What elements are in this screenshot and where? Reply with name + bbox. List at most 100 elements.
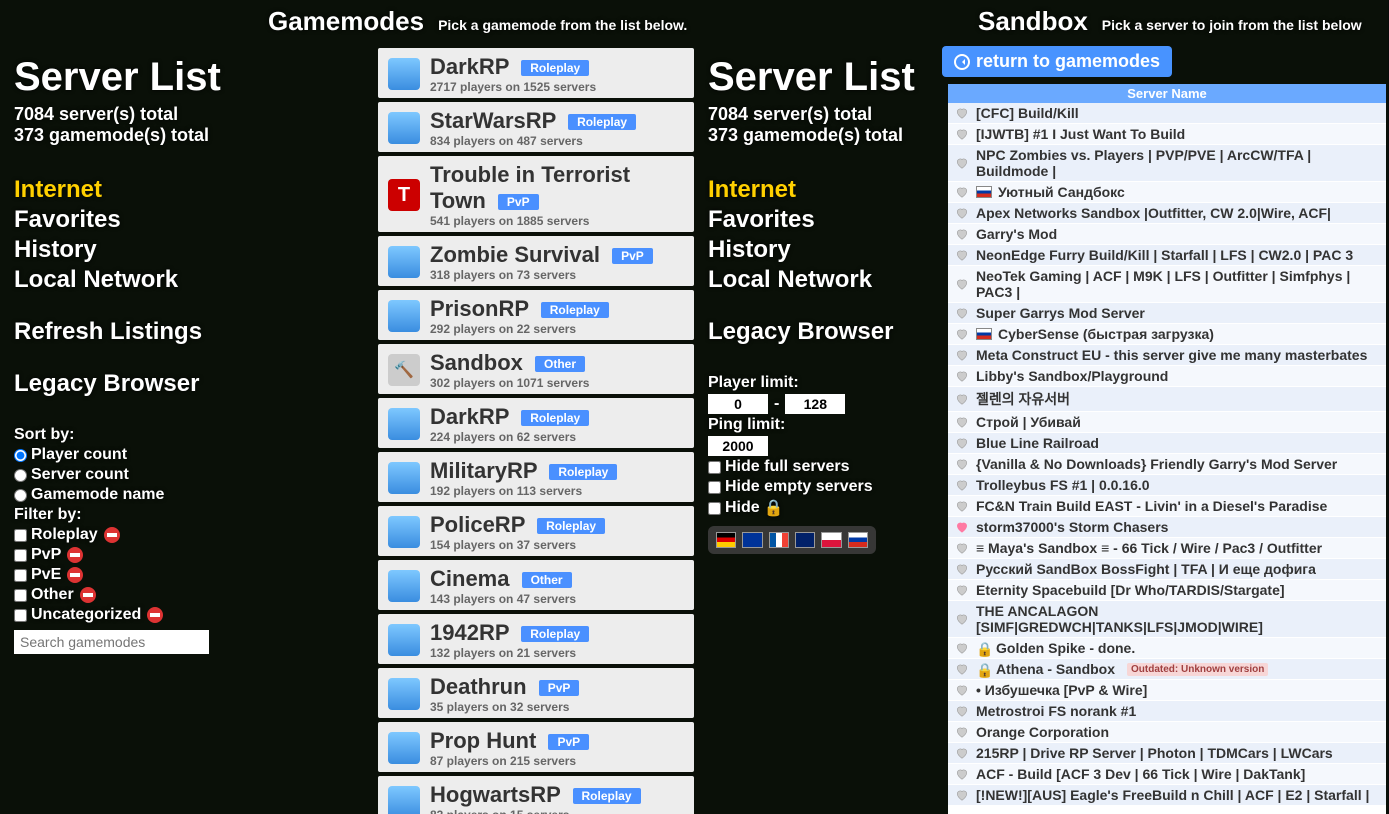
- heart-icon[interactable]: [954, 106, 970, 120]
- heart-icon[interactable]: [954, 457, 970, 471]
- radio[interactable]: [14, 469, 27, 482]
- heart-icon[interactable]: [954, 369, 970, 383]
- server-row[interactable]: Уютный Сандбокс: [948, 182, 1386, 203]
- checkbox[interactable]: [14, 569, 27, 582]
- gamemode-row[interactable]: DarkRP Roleplay224 players on 62 servers: [378, 398, 694, 448]
- server-row[interactable]: Meta Construct EU - this server give me …: [948, 345, 1386, 366]
- tab-local[interactable]: Local Network: [708, 266, 948, 294]
- server-row[interactable]: Trolleybus FS #1 | 0.0.16.0: [948, 475, 1386, 496]
- server-row[interactable]: 🔒Golden Spike - done.: [948, 638, 1386, 659]
- gamemode-row[interactable]: DarkRP Roleplay2717 players on 1525 serv…: [378, 48, 694, 98]
- heart-icon[interactable]: [954, 248, 970, 262]
- filter-other[interactable]: Other: [14, 586, 254, 604]
- heart-icon[interactable]: [954, 327, 970, 341]
- server-row[interactable]: storm37000's Storm Chasers: [948, 517, 1386, 538]
- heart-icon[interactable]: [954, 227, 970, 241]
- checkbox[interactable]: [14, 609, 27, 622]
- server-row[interactable]: Garry's Mod: [948, 224, 1386, 245]
- sort-server[interactable]: Server count: [14, 466, 254, 484]
- gamemode-row[interactable]: Deathrun PvP35 players on 32 servers: [378, 668, 694, 718]
- tab-internet[interactable]: Internet: [708, 176, 948, 204]
- server-row[interactable]: Apex Networks Sandbox |Outfitter, CW 2.0…: [948, 203, 1386, 224]
- flag-de-icon[interactable]: [716, 532, 736, 548]
- heart-icon[interactable]: [954, 520, 970, 534]
- heart-icon[interactable]: [954, 392, 970, 406]
- gamemode-row[interactable]: StarWarsRP Roleplay834 players on 487 se…: [378, 102, 694, 152]
- hide-locked[interactable]: Hide🔒: [708, 498, 948, 518]
- server-row[interactable]: [!NEW!][AUS] Eagle's FreeBuild n Chill |…: [948, 785, 1386, 806]
- heart-icon[interactable]: [954, 478, 970, 492]
- gamemode-row[interactable]: PoliceRP Roleplay154 players on 37 serve…: [378, 506, 694, 556]
- flag-uk-icon[interactable]: [795, 532, 815, 548]
- checkbox[interactable]: [708, 461, 721, 474]
- server-row[interactable]: THE ANCALAGON [SIMF|GREDWCH|TANKS|LFS|JM…: [948, 601, 1386, 638]
- server-row[interactable]: CyberSense (быстрая загрузка): [948, 324, 1386, 345]
- server-row[interactable]: Orange Corporation: [948, 722, 1386, 743]
- radio[interactable]: [14, 489, 27, 502]
- server-row[interactable]: Metrostroi FS norank #1: [948, 701, 1386, 722]
- heart-icon[interactable]: [954, 683, 970, 697]
- col-server-name[interactable]: Server Name: [948, 84, 1386, 103]
- server-row[interactable]: Русский SandBox BossFight | TFA | И еще …: [948, 559, 1386, 580]
- gamemode-list[interactable]: DarkRP Roleplay2717 players on 1525 serv…: [378, 48, 694, 814]
- gamemode-row[interactable]: PrisonRP Roleplay292 players on 22 serve…: [378, 290, 694, 340]
- checkbox[interactable]: [14, 589, 27, 602]
- server-row[interactable]: {Vanilla & No Downloads} Friendly Garry'…: [948, 454, 1386, 475]
- server-list[interactable]: [CFC] Build/Kill[IJWTB] #1 I Just Want T…: [948, 103, 1386, 806]
- tab-history[interactable]: History: [14, 236, 254, 264]
- server-row[interactable]: 🔒Athena - SandboxOutdated: Unknown versi…: [948, 659, 1386, 680]
- checkbox[interactable]: [14, 529, 27, 542]
- search-input[interactable]: [14, 630, 209, 654]
- heart-icon[interactable]: [954, 767, 970, 781]
- server-row[interactable]: [IJWTB] #1 I Just Want To Build: [948, 124, 1386, 145]
- hide-full[interactable]: Hide full servers: [708, 458, 948, 476]
- filter-pve[interactable]: PvE: [14, 566, 254, 584]
- heart-icon[interactable]: [954, 788, 970, 802]
- server-row[interactable]: • Избушечка [PvP & Wire]: [948, 680, 1386, 701]
- heart-icon[interactable]: [954, 415, 970, 429]
- heart-icon[interactable]: [954, 436, 970, 450]
- filter-pvp[interactable]: PvP: [14, 546, 254, 564]
- legacy-browser[interactable]: Legacy Browser: [14, 370, 254, 398]
- heart-icon[interactable]: [954, 306, 970, 320]
- heart-icon[interactable]: [954, 541, 970, 555]
- sort-name[interactable]: Gamemode name: [14, 486, 254, 504]
- checkbox[interactable]: [708, 481, 721, 494]
- return-button[interactable]: return to gamemodes: [942, 46, 1172, 77]
- heart-icon[interactable]: [954, 583, 970, 597]
- heart-icon[interactable]: [954, 499, 970, 513]
- flag-ru-icon[interactable]: [848, 532, 868, 548]
- legacy-browser[interactable]: Legacy Browser: [708, 318, 948, 346]
- radio[interactable]: [14, 449, 27, 462]
- server-row[interactable]: 젤렌의 자유서버: [948, 387, 1386, 412]
- filter-uncat[interactable]: Uncategorized: [14, 606, 254, 624]
- filter-roleplay[interactable]: Roleplay: [14, 526, 254, 544]
- sort-player[interactable]: Player count: [14, 446, 254, 464]
- tab-local[interactable]: Local Network: [14, 266, 254, 294]
- gamemode-row[interactable]: HogwartsRP Roleplay83 players on 15 serv…: [378, 776, 694, 814]
- tab-internet[interactable]: Internet: [14, 176, 254, 204]
- tab-history[interactable]: History: [708, 236, 948, 264]
- flag-fr-icon[interactable]: [769, 532, 789, 548]
- player-max-input[interactable]: [785, 394, 845, 414]
- server-row[interactable]: Eternity Spacebuild [Dr Who/TARDIS/Starg…: [948, 580, 1386, 601]
- heart-icon[interactable]: [954, 641, 970, 655]
- server-row[interactable]: FC&N Train Build EAST - Livin' in a Dies…: [948, 496, 1386, 517]
- gamemode-row[interactable]: TTrouble in Terrorist Town PvP541 player…: [378, 156, 694, 232]
- heart-icon[interactable]: [954, 277, 970, 291]
- server-row[interactable]: ACF - Build [ACF 3 Dev | 66 Tick | Wire …: [948, 764, 1386, 785]
- server-row[interactable]: Строй | Убивай: [948, 412, 1386, 433]
- flag-eu-icon[interactable]: [742, 532, 762, 548]
- heart-icon[interactable]: [954, 612, 970, 626]
- heart-icon[interactable]: [954, 348, 970, 362]
- ping-input[interactable]: [708, 436, 768, 456]
- hide-empty[interactable]: Hide empty servers: [708, 478, 948, 496]
- heart-icon[interactable]: [954, 562, 970, 576]
- server-row[interactable]: ≡ Maya's Sandbox ≡ - 66 Tick / Wire / Pa…: [948, 538, 1386, 559]
- gamemode-row[interactable]: MilitaryRP Roleplay192 players on 113 se…: [378, 452, 694, 502]
- server-row[interactable]: Blue Line Railroad: [948, 433, 1386, 454]
- server-row[interactable]: NPC Zombies vs. Players | PVP/PVE | ArcC…: [948, 145, 1386, 182]
- tab-favorites[interactable]: Favorites: [14, 206, 254, 234]
- heart-icon[interactable]: [954, 746, 970, 760]
- server-row[interactable]: Libby's Sandbox/Playground: [948, 366, 1386, 387]
